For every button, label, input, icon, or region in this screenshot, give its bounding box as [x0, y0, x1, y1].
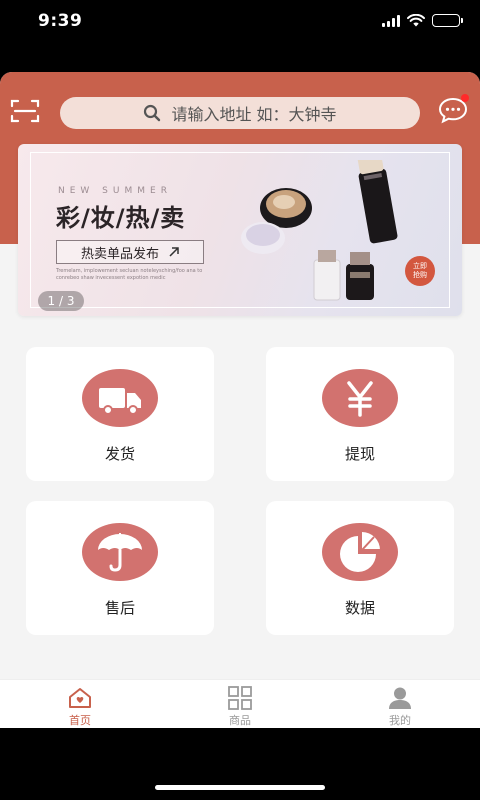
- after-sales-label: 售后: [104, 599, 135, 617]
- buy-now-label: 立即抢购: [413, 262, 427, 279]
- after-sales-card[interactable]: 售后: [26, 501, 214, 635]
- grid-icon: [228, 686, 252, 710]
- ship-label: 发货: [104, 445, 135, 463]
- ship-card[interactable]: 发货: [26, 347, 214, 481]
- home-indicator[interactable]: [155, 785, 325, 790]
- withdraw-card[interactable]: 提现: [266, 347, 454, 481]
- data-label: 数据: [344, 599, 375, 617]
- tab-home[interactable]: 首页: [0, 680, 160, 728]
- arrow-icon: [169, 247, 179, 257]
- banner-pagination: 1 / 3: [38, 291, 84, 311]
- promo-banner[interactable]: NEW SUMMER 彩/妆/热/卖 热卖单品发布 Tremelam, impl…: [18, 144, 462, 316]
- banner-subtitle: NEW SUMMER: [58, 186, 172, 196]
- buy-now-badge[interactable]: 立即抢购: [405, 256, 435, 286]
- umbrella-icon: [82, 523, 158, 581]
- scan-icon[interactable]: [10, 98, 40, 124]
- withdraw-label: 提现: [344, 445, 375, 463]
- truck-icon: [82, 369, 158, 427]
- status-time: 9:39: [38, 11, 83, 31]
- search-placeholder: 请输入地址 如：大钟寺: [171, 105, 337, 124]
- notification-dot: [461, 94, 469, 102]
- banner-title: 彩/妆/热/卖: [56, 204, 186, 232]
- yen-icon: [322, 369, 398, 427]
- tab-products-label: 商品: [229, 714, 251, 727]
- tab-home-label: 首页: [69, 714, 91, 727]
- tab-profile-label: 我的: [389, 714, 411, 727]
- tab-profile[interactable]: 我的: [320, 680, 480, 728]
- home-icon: [69, 688, 91, 708]
- banner-pagination-text: 1 / 3: [47, 294, 75, 308]
- user-icon: [389, 687, 411, 709]
- cosmetics-product-image: [241, 160, 398, 301]
- battery-icon: [432, 14, 463, 27]
- message-button[interactable]: [438, 94, 469, 124]
- bottom-tab-bar: 首页 商品 我的: [0, 679, 480, 728]
- tab-products[interactable]: 商品: [160, 680, 320, 728]
- status-icons: [382, 14, 463, 27]
- search-icon: [144, 104, 161, 122]
- app-screen: 请输入地址 如：大钟寺 NEW SUMMER 彩/妆/热/卖 热卖单品发布 Tr…: [0, 72, 480, 728]
- signal-icon: [382, 14, 400, 27]
- wifi-icon: [407, 14, 425, 27]
- pie-chart-icon: [322, 523, 398, 581]
- banner-tag-label: 热卖单品发布: [81, 246, 160, 262]
- status-bar: 9:39: [0, 0, 480, 44]
- banner-tag: 热卖单品发布: [56, 240, 204, 264]
- search-input[interactable]: 请输入地址 如：大钟寺: [60, 97, 420, 129]
- banner-fine-print: Tremelam, implowement secluan noteleysch…: [56, 268, 203, 281]
- data-card[interactable]: 数据: [266, 501, 454, 635]
